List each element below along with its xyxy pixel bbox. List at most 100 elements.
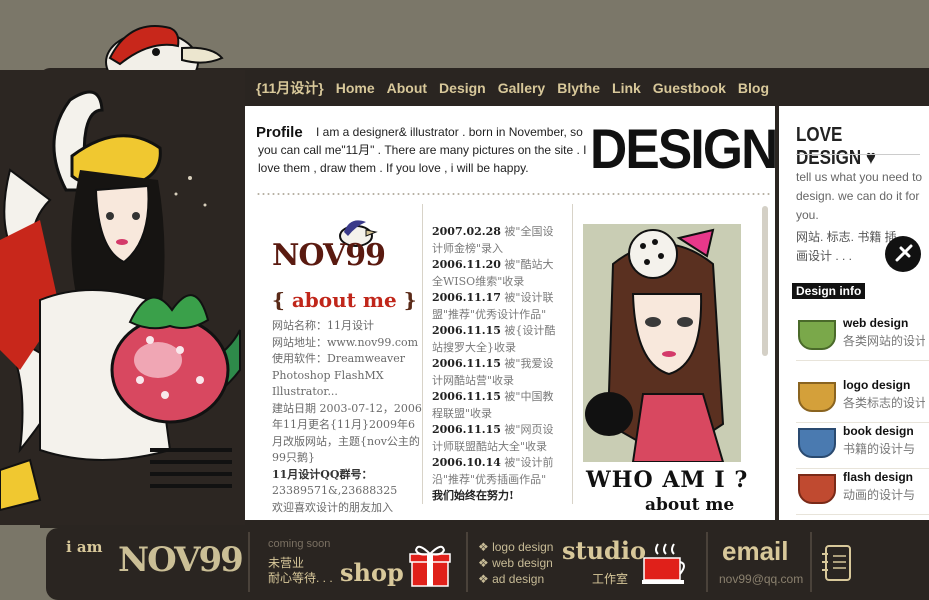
portrait-frame xyxy=(583,224,741,463)
footer-separator xyxy=(248,532,250,592)
service-flash-design[interactable]: flash design 动画的设计与 xyxy=(796,470,929,515)
coffee-cup-icon[interactable] xyxy=(640,540,690,586)
column-divider xyxy=(422,204,423,504)
link-label: ad design xyxy=(492,572,545,586)
news-date: 2006.11.15 xyxy=(432,423,501,436)
info-value: 建站日期 2003-07-12，2006年11月更名{11月}2009年6月改版… xyxy=(272,401,422,465)
news-item[interactable]: 2006.11.15 被{设计酷站搜罗大全}收录 xyxy=(432,323,562,356)
service-title: logo design xyxy=(843,378,911,392)
design-heading: DESIGN xyxy=(590,117,778,180)
info-value: 11月设计 xyxy=(327,319,374,332)
news-date: 2006.10.14 xyxy=(432,456,501,469)
news-date: 2006.11.15 xyxy=(432,357,501,370)
studio-links: ❖ logo design ❖ web design ❖ ad design xyxy=(478,539,553,587)
info-line: 建站日期 2003-07-12，2006年11月更名{11月}2009年6月改版… xyxy=(272,401,422,467)
dotted-divider xyxy=(256,192,770,196)
footer-nov99-logo[interactable]: NOV99 xyxy=(118,540,244,580)
divider xyxy=(796,154,920,155)
plug-icon[interactable] xyxy=(885,236,921,272)
who-am-i-heading: WHO AM I ? xyxy=(586,467,749,493)
service-subtitle: 书籍的设计与 xyxy=(843,442,916,456)
service-web-design[interactable]: web design 各类网站的设计与制作... xyxy=(796,316,929,361)
studio-cn-label: 工作室 xyxy=(592,572,629,586)
news-closing: 我们始终在努力! xyxy=(432,489,514,502)
info-line: 11月设计QQ群号： 23389571&,23688325 xyxy=(272,467,422,500)
shop-link[interactable]: shop xyxy=(340,558,404,587)
link-label: logo design xyxy=(492,540,554,554)
link-label: web design xyxy=(492,556,553,570)
service-book-design[interactable]: book design 书籍的设计与 xyxy=(796,424,929,469)
news-date: 2006.11.17 xyxy=(432,291,501,304)
column-divider xyxy=(572,204,573,504)
news-item[interactable]: 2006.11.15 被"网页设计师联盟酷站大全"收录 xyxy=(432,422,562,455)
nav-gallery[interactable]: Gallery xyxy=(498,80,545,96)
info-value[interactable]: www.nov99.com xyxy=(327,336,418,349)
service-subtitle: 各类标志的设计 xyxy=(843,396,925,410)
girl-strawberry-illustration xyxy=(0,70,245,525)
coffee-cup-icon xyxy=(798,474,836,504)
site-info: 网站名称：11月设计 网站地址：www.nov99.com 使用软件：Dream… xyxy=(272,318,422,516)
about-me-label: about me xyxy=(291,288,397,312)
info-value: 23389571&,23688325 xyxy=(272,484,398,497)
footer-link-web-design[interactable]: ❖ web design xyxy=(478,555,553,571)
news-item[interactable]: 2006.11.15 被"我爱设计网酷站营"收录 xyxy=(432,356,562,389)
nav-blog[interactable]: Blog xyxy=(738,80,769,96)
nav-guestbook[interactable]: Guestbook xyxy=(653,80,726,96)
design-info-label: Design info xyxy=(792,283,866,299)
news-date: 2006.11.15 xyxy=(432,324,501,337)
info-key: 使用软件： xyxy=(272,352,327,365)
coffee-cup-icon xyxy=(798,428,836,458)
about-me-heading: { about me } xyxy=(272,288,417,312)
love-design-title: LOVE DESIGN ♥ xyxy=(796,124,877,169)
footer-separator xyxy=(706,532,708,592)
profile-text: I am a designer& illustrator . born in N… xyxy=(258,125,587,175)
news-date: 2007.02.28 xyxy=(432,225,501,238)
nav-blythe[interactable]: Blythe xyxy=(557,80,600,96)
service-title: flash design xyxy=(843,470,914,484)
service-subtitle: 各类网站的设计与制作... xyxy=(843,334,925,348)
coffee-cup-icon xyxy=(798,320,836,350)
who-about-me-link[interactable]: about me xyxy=(645,495,734,515)
studio-link[interactable]: studio xyxy=(562,536,646,565)
notebook-icon[interactable] xyxy=(820,544,854,584)
footer-separator xyxy=(466,532,468,592)
info-key: 网站名称： xyxy=(272,319,327,332)
nav-home[interactable]: Home xyxy=(336,80,375,96)
info-line: 使用软件：Dreamweaver Photoshop FlashMX Illus… xyxy=(272,351,422,401)
news-item[interactable]: 2006.11.17 被"设计联盟"推荐"优秀设计作品" xyxy=(432,290,562,323)
email-address[interactable]: nov99@qq.com xyxy=(719,572,803,586)
footer-iam: i am xyxy=(66,538,103,556)
news-item[interactable]: 2006.10.14 被"设计前沿"推荐"优秀插画作品" xyxy=(432,455,562,488)
news-date: 2006.11.15 xyxy=(432,390,501,403)
email-link[interactable]: email xyxy=(722,536,789,567)
news-item[interactable]: 2006.11.15 被"中国教程联盟"收录 xyxy=(432,389,562,422)
info-line: 网站名称：11月设计 xyxy=(272,318,422,335)
service-title: book design xyxy=(843,424,914,438)
news-list: 2007.02.28 被"全国设计师金榜"录入 2006.11.20 被"酷站大… xyxy=(432,224,562,505)
nav-link[interactable]: Link xyxy=(612,80,641,96)
news-item[interactable]: 2007.02.28 被"全国设计师金榜"录入 xyxy=(432,224,562,257)
tell-us-text: tell us what you need to design. we can … xyxy=(796,170,923,222)
footer-link-logo-design[interactable]: ❖ logo design xyxy=(478,539,553,555)
service-logo-design[interactable]: logo design 各类标志的设计 xyxy=(796,378,929,423)
info-line: 欢迎喜欢设计的朋友加入 xyxy=(272,500,422,517)
footer-separator xyxy=(810,532,812,592)
about-brace-close: } xyxy=(403,288,417,312)
shop-wait: 耐心等待. . . xyxy=(268,571,333,585)
top-nav: {11月设计} Home About Design Gallery Blythe… xyxy=(240,70,929,106)
scrollbar[interactable] xyxy=(762,206,768,356)
news-date: 2006.11.20 xyxy=(432,258,501,271)
coffee-cup-icon xyxy=(798,382,836,412)
service-title: web design xyxy=(843,316,909,330)
service-subtitle: 动画的设计与 xyxy=(843,488,916,502)
footer-link-ad-design[interactable]: ❖ ad design xyxy=(478,571,553,587)
coming-soon-label: coming soon xyxy=(268,538,331,550)
nav-about[interactable]: About xyxy=(387,80,427,96)
info-line: 网站地址：www.nov99.com xyxy=(272,335,422,352)
info-key: 网站地址： xyxy=(272,335,327,349)
news-item[interactable]: 2006.11.20 被"酷站大全WISO维索"收录 xyxy=(432,257,562,290)
info-value: 欢迎喜欢设计的朋友加入 xyxy=(272,500,393,514)
nav-brand[interactable]: {11月设计} xyxy=(256,78,324,98)
nav-design[interactable]: Design xyxy=(439,80,486,96)
gift-box-icon[interactable] xyxy=(408,542,452,588)
